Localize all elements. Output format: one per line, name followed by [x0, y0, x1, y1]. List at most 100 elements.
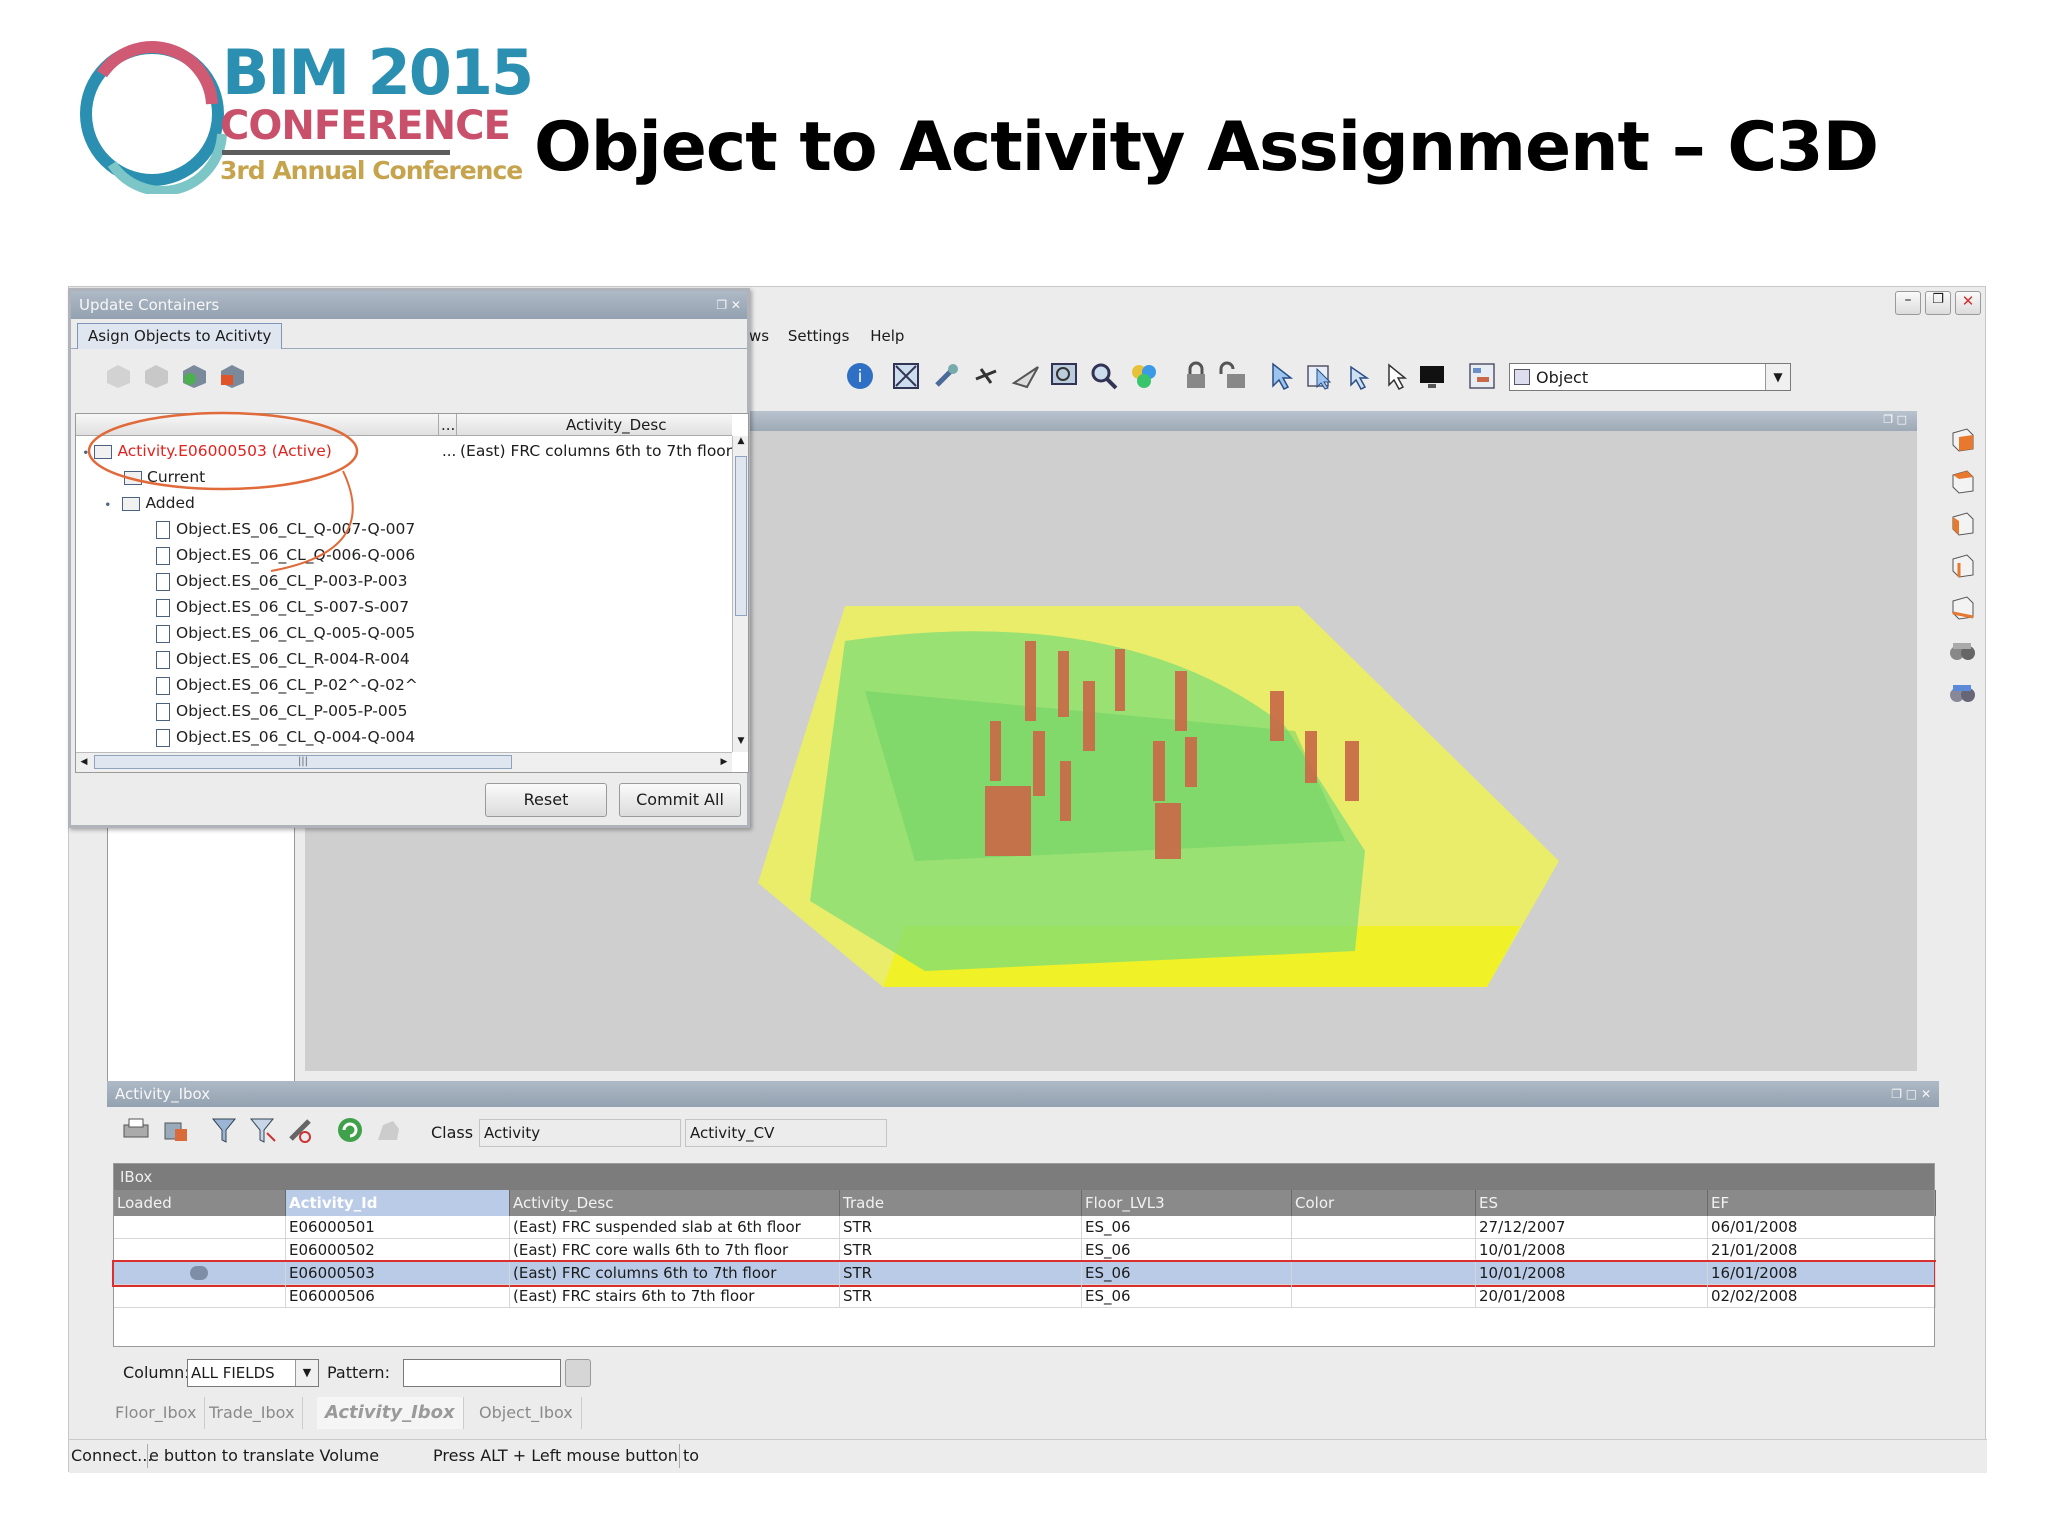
tab-object-ibox[interactable]: Object_Ibox	[471, 1397, 582, 1429]
scroll-right-arrow[interactable]: ▶	[716, 753, 732, 771]
tab-activity-ibox[interactable]: Activity_Ibox	[317, 1397, 464, 1429]
fly-icon[interactable]	[971, 361, 1001, 391]
pattern-search-button[interactable]	[565, 1359, 591, 1387]
table-row[interactable]: E06000501 (East) FRC suspended slab at 6t…	[114, 1216, 1936, 1239]
pattern-input[interactable]	[403, 1359, 561, 1387]
table-row[interactable]: E06000502 (East) FRC core walls 6th to 7t…	[114, 1239, 1936, 1262]
chevron-down-icon[interactable]: ▼	[1765, 364, 1790, 390]
maximize-button[interactable]: ❐	[1925, 291, 1951, 315]
column-select-value: ALL FIELDS	[191, 1364, 275, 1382]
cell-trade: STR	[840, 1285, 1082, 1308]
tab-assign-objects[interactable]: Asign Objects to Acitivty	[77, 323, 283, 349]
tree-object-item[interactable]: Object.ES_06_CL_R-004-R-004	[156, 646, 410, 672]
window-controls: – ❐ ✕	[1893, 291, 1985, 317]
panel-controls-icon[interactable]: ❐ □ ✕	[1891, 1081, 1931, 1107]
object-browser-icon[interactable]	[1467, 361, 1497, 391]
column-header-es[interactable]: ES	[1476, 1190, 1708, 1216]
select-arrow-icon[interactable]	[1267, 361, 1297, 391]
view-iso-icon[interactable]	[1947, 423, 1977, 453]
hscroll-thumb[interactable]: |||	[94, 755, 512, 769]
loaded-cell	[114, 1262, 286, 1285]
column-select[interactable]: ALL FIELDS ▼	[187, 1359, 319, 1387]
scroll-left-arrow[interactable]: ◀	[76, 753, 92, 771]
tree-object-item[interactable]: Object.ES_06_CL_S-007-S-007	[156, 594, 409, 620]
cell-ef: 16/01/2008	[1708, 1262, 1936, 1285]
view-top-icon[interactable]	[1947, 507, 1977, 537]
cell-floor: ES_06	[1082, 1285, 1292, 1308]
cell-trade: STR	[840, 1262, 1082, 1285]
close-button[interactable]: ✕	[1955, 291, 1981, 315]
zoom-icon[interactable]	[1089, 361, 1119, 391]
lock-icon[interactable]	[1181, 361, 1211, 391]
column-header-ef[interactable]: EF	[1708, 1190, 1936, 1216]
load-objects-icon[interactable]	[161, 1115, 191, 1145]
colors-icon[interactable]	[1129, 361, 1159, 391]
commit-all-button[interactable]: Commit All	[619, 783, 741, 817]
select-hand-icon[interactable]	[1343, 361, 1373, 391]
tree-object-item[interactable]: Object.ES_06_CL_Q-005-Q-005	[156, 620, 415, 646]
filter-icon[interactable]	[209, 1115, 239, 1145]
scroll-up-arrow[interactable]: ▲	[733, 436, 749, 452]
cell-color	[1292, 1216, 1476, 1239]
root-more: ...	[442, 442, 457, 460]
tools-icon[interactable]	[285, 1115, 315, 1145]
add-objects-icon[interactable]	[179, 359, 209, 389]
class-field[interactable]: Activity	[479, 1119, 681, 1147]
tree-object-item[interactable]: Object.ES_06_CL_P-02^-Q-02^	[156, 672, 418, 698]
column-header-id[interactable]: Activity_Id	[286, 1190, 510, 1216]
cell-ef: 21/01/2008	[1708, 1239, 1936, 1262]
pointer-icon[interactable]	[1381, 361, 1411, 391]
tab-assign-label: Asign Objects to Acitivty	[88, 327, 272, 345]
view-back-icon[interactable]	[1947, 591, 1977, 621]
tree-vertical-scrollbar[interactable]: ▲ ▼	[732, 436, 748, 752]
menu-help[interactable]: Help	[870, 327, 904, 345]
object-select[interactable]: Object ▼	[1509, 363, 1791, 391]
class-cv-field[interactable]: Activity_CV	[685, 1119, 887, 1147]
column-header-desc[interactable]: Activity_Desc	[510, 1190, 840, 1216]
pattern-label: Pattern:	[327, 1363, 390, 1382]
tab-floor-ibox[interactable]: Floor_Ibox	[107, 1397, 206, 1429]
view-front-icon[interactable]	[1947, 465, 1977, 495]
filter-clear-icon[interactable]	[247, 1115, 277, 1145]
scroll-down-arrow[interactable]: ▼	[733, 736, 749, 752]
tree-object-item[interactable]: Object.ES_06_CL_Q-004-Q-004	[156, 724, 415, 750]
column-more: ...	[441, 416, 456, 434]
rotate-icon[interactable]	[931, 361, 961, 391]
monitor-icon[interactable]	[1417, 361, 1447, 391]
remove-objects-icon[interactable]	[217, 359, 247, 389]
print-icon[interactable]	[121, 1115, 151, 1145]
tree-object-label: Object.ES_06_CL_S-007-S-007	[176, 598, 410, 616]
viewport-restore-icon[interactable]: ❐ □	[1883, 413, 1907, 426]
object-select-value: Object	[1536, 368, 1589, 387]
cell-desc: (East) FRC stairs 6th to 7th floor	[510, 1285, 840, 1308]
tree-object-label: Object.ES_06_CL_R-004-R-004	[176, 650, 410, 668]
column-header-color[interactable]: Color	[1292, 1190, 1476, 1216]
fit-view-icon[interactable]	[891, 361, 921, 391]
select-box-icon[interactable]	[1305, 361, 1335, 391]
camera-settings-icon[interactable]	[1947, 679, 1977, 709]
camera-icon[interactable]	[1947, 637, 1977, 667]
column-header-trade[interactable]: Trade	[840, 1190, 1082, 1216]
table-row[interactable]: E06000503 (East) FRC columns 6th to 7th f…	[112, 1260, 1936, 1287]
column-header-floor[interactable]: Floor_LVL3	[1082, 1190, 1292, 1216]
refresh-icon[interactable]	[335, 1115, 365, 1145]
column-header-loaded[interactable]: Loaded	[114, 1190, 286, 1216]
tab-trade-ibox[interactable]: Trade_Ibox	[201, 1397, 304, 1429]
table-row[interactable]: E06000506 (East) FRC stairs 6th to 7th fl…	[114, 1285, 1936, 1308]
scroll-thumb[interactable]	[735, 456, 747, 616]
svg-text:i: i	[858, 367, 863, 387]
zoom-window-icon[interactable]	[1049, 361, 1079, 391]
dialog-controls-icon[interactable]: ❐ ✕	[716, 291, 741, 319]
walk-icon[interactable]	[1011, 361, 1041, 391]
info-icon[interactable]: i	[845, 361, 875, 391]
minimize-button[interactable]: –	[1895, 291, 1921, 315]
view-side-icon[interactable]	[1947, 549, 1977, 579]
chevron-down-icon[interactable]: ▼	[295, 1360, 318, 1386]
reset-button[interactable]: Reset	[485, 783, 607, 817]
unlock-icon[interactable]	[1217, 361, 1247, 391]
menu-windows[interactable]: ws	[749, 327, 769, 345]
menu-settings[interactable]: Settings	[788, 327, 850, 345]
status-right: Press ALT + Left mouse button to	[433, 1446, 700, 1465]
tree-horizontal-scrollbar[interactable]: ◀ ||| ▶	[76, 752, 732, 772]
tree-object-item[interactable]: Object.ES_06_CL_P-005-P-005	[156, 698, 407, 724]
